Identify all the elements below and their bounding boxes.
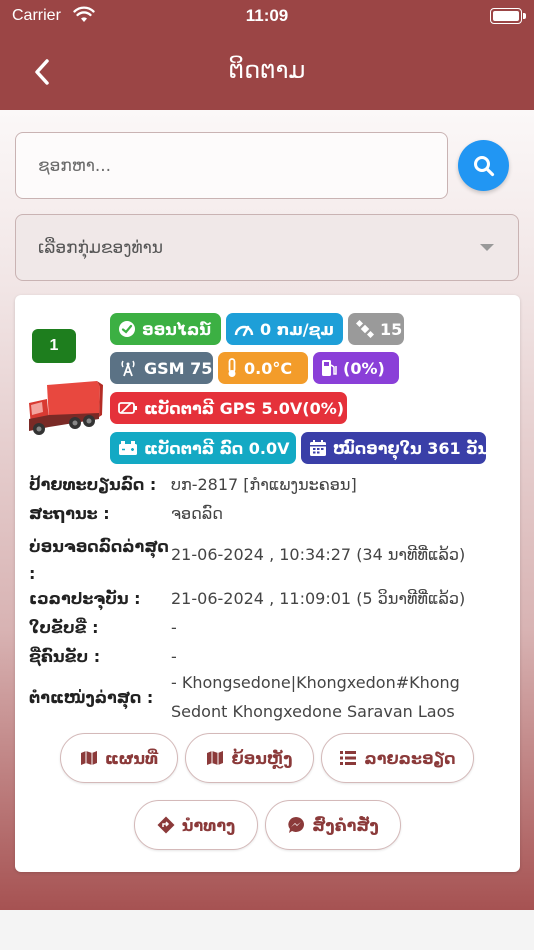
plate-value: ບກ-2817 [ກຳແພງນະຄອນ]	[171, 475, 357, 494]
speedometer-check-icon	[119, 321, 135, 337]
playback-button[interactable]: ຍ້ອນຫຼັງ	[185, 733, 314, 783]
send-command-button[interactable]: ສົ່ງຄຳສັ່ງ	[265, 800, 401, 850]
messenger-icon	[288, 817, 305, 833]
current-time-value: 21-06-2024 , 11:09:01 (5 ວິນາທີທີ່ແລ້ວ)	[171, 589, 466, 608]
driver-value: -	[171, 647, 177, 666]
vehicle-number-badge: 1	[32, 329, 76, 363]
satellite-badge: 15	[348, 313, 404, 345]
speed-badge: 0 ກມ/ຊມ	[226, 313, 343, 345]
battery-slash-icon	[118, 402, 137, 414]
status-bar: Carrier 11:09	[0, 0, 534, 36]
vehicle-card[interactable]: 1 ອອນໄລນ໌ 0 ກມ/ຊມ 15 GSM 75 0.0°C (0%) ແ…	[15, 295, 520, 872]
map-icon	[207, 751, 224, 765]
calendar-icon	[310, 440, 326, 456]
last-location-value-line1: - Khongsedone|Khongxedon#Khong	[171, 673, 460, 692]
status-badge-online: ອອນໄລນ໌	[110, 313, 221, 345]
expiry-badge: ໝົດອາຍຸໃນ 361 ວັນ	[301, 432, 489, 464]
search-icon	[473, 155, 494, 176]
directions-icon	[157, 816, 175, 834]
truck-icon	[29, 381, 103, 435]
driver-label: ຊື່ຄົນຂັບ :	[29, 647, 101, 666]
search-button[interactable]	[458, 140, 509, 191]
navigate-button[interactable]: ນຳທາງ	[134, 800, 258, 850]
gps-battery-badge: ແບັດຕາລີ GPS 5.0V(0%)	[110, 392, 347, 424]
last-parked-label: ບ່ອນຈອດລົດລ່າສຸດ :	[29, 537, 169, 583]
details-button[interactable]: ລາຍລະອຽດ	[321, 733, 474, 783]
group-select-value: ເລືອກກຸ່ມຂອງທ່ານ	[38, 237, 163, 258]
car-battery-icon	[119, 441, 137, 455]
plate-label: ປ້າຍທະບຽນລົດ :	[29, 475, 157, 494]
last-location-label: ຕຳແໜ່ງລ່າສຸດ :	[29, 688, 154, 707]
map-icon	[80, 751, 97, 765]
last-parked-value: 21-06-2024 , 10:34:27 (34 ນາທີທີ່ແລ້ວ)	[171, 545, 466, 564]
chevron-down-icon	[480, 244, 494, 251]
current-time-label: ເວລາປະຈຸບັນ :	[29, 589, 141, 608]
bottom-bar	[0, 910, 534, 950]
status-label: ສະຖານະ :	[29, 504, 110, 523]
thermometer-icon	[228, 358, 236, 377]
temperature-badge: 0.0°C	[218, 352, 308, 384]
battery-icon	[490, 8, 526, 24]
fuel-badge: (0%)	[313, 352, 399, 384]
license-value: -	[171, 618, 177, 637]
license-label: ໃບຂັບຂີ່ :	[29, 618, 99, 637]
fuel-pump-icon	[322, 360, 337, 376]
page-title: ຕິດຕາມ	[228, 56, 306, 84]
group-select[interactable]: ເລືອກກຸ່ມຂອງທ່ານ	[15, 214, 519, 281]
header: ຕິດຕາມ	[0, 36, 534, 110]
signal-tower-icon	[121, 360, 135, 377]
map-button[interactable]: ແຜນທີ່	[60, 733, 178, 783]
car-battery-badge: ແບັດຕາລີ ລົດ 0.0V	[110, 432, 296, 464]
speedometer-icon	[234, 325, 254, 337]
last-location-value-line2: Sedont Khongxedone Saravan Laos	[171, 702, 455, 721]
satellite-icon	[356, 320, 374, 338]
list-icon	[340, 751, 357, 765]
clock: 11:09	[245, 6, 289, 25]
main-content: ເລືອກກຸ່ມຂອງທ່ານ 1 ອອນໄລນ໌ 0 ກມ/ຊມ 15	[0, 110, 534, 910]
gsm-badge: GSM 75	[110, 352, 213, 384]
status-value: ຈອດລົດ	[171, 504, 223, 523]
search-input[interactable]	[15, 132, 448, 199]
